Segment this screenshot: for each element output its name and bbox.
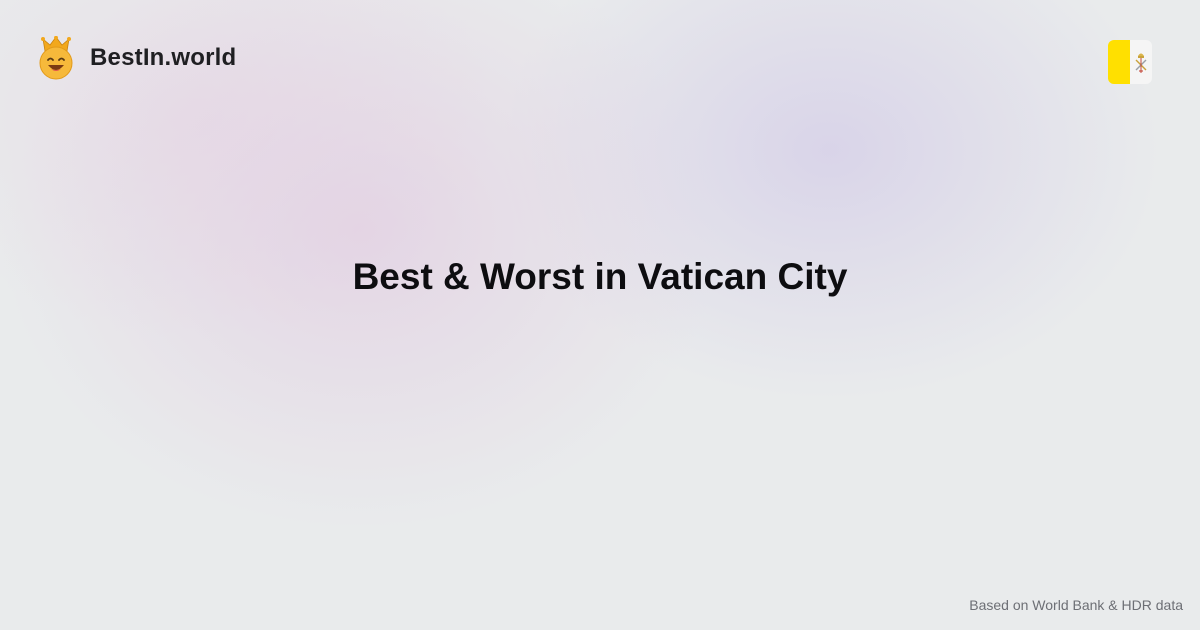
brand[interactable]: BestIn.world — [38, 36, 236, 80]
background — [0, 0, 1200, 630]
crown-smiley-icon — [39, 36, 73, 80]
page-title: Best & Worst in Vatican City — [352, 256, 848, 297]
vatican-flag-icon — [1108, 40, 1152, 84]
brand-name: BestIn.world — [90, 44, 237, 71]
data-source-note: Based on World Bank & HDR data — [969, 597, 1183, 613]
